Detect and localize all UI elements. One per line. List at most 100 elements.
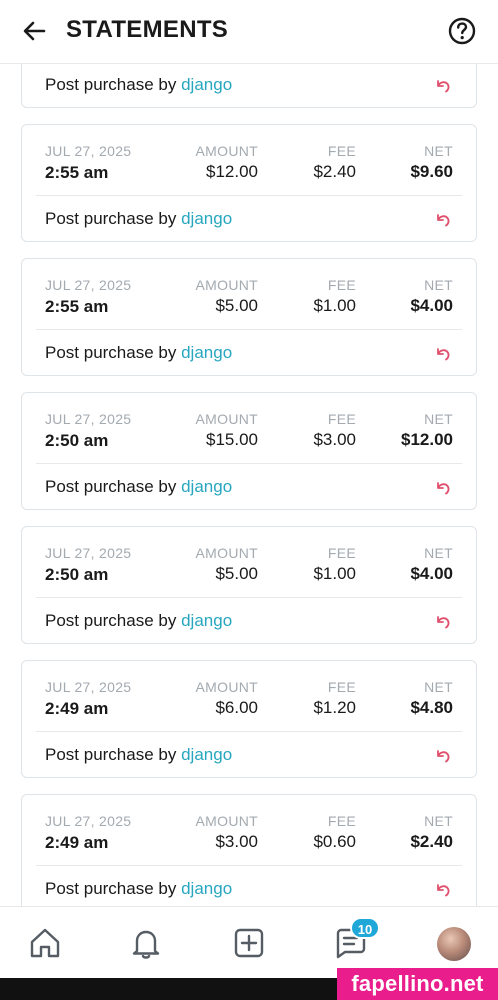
undo-icon[interactable]	[434, 77, 452, 95]
amount-header: AMOUNT	[195, 411, 258, 427]
net-value: $9.60	[410, 162, 453, 181]
description-label: Post purchase by	[45, 343, 177, 362]
messages-badge: 10	[350, 917, 380, 939]
username-link[interactable]: django	[181, 477, 232, 496]
home-icon[interactable]	[27, 925, 63, 961]
bell-icon[interactable]	[128, 925, 164, 961]
fee-header: FEE	[327, 411, 356, 427]
statement-time: 2:49 am	[45, 699, 109, 718]
fee-header: FEE	[327, 277, 356, 293]
description-label: Post purchase by	[45, 75, 177, 94]
statement-date: JUL 27, 2025	[45, 813, 132, 829]
statement-date: JUL 27, 2025	[45, 679, 132, 695]
description-label: Post purchase by	[45, 745, 177, 764]
question-circle-icon[interactable]	[446, 15, 478, 47]
watermark-logo: fapellino.net	[337, 968, 498, 1000]
avatar[interactable]	[437, 927, 471, 961]
fee-value: $3.00	[313, 430, 356, 449]
statement-date: JUL 27, 2025	[45, 411, 132, 427]
arrow-left-icon[interactable]	[20, 16, 50, 46]
fee-header: FEE	[327, 679, 356, 695]
fee-value: $2.40	[313, 162, 356, 181]
undo-icon[interactable]	[434, 881, 452, 899]
statement-card[interactable]: JUL 27, 2025 2:55 am AMOUNT FEE NET $5.0…	[21, 258, 477, 376]
fee-header: FEE	[327, 545, 356, 561]
statement-description: Post purchase by django	[45, 343, 232, 363]
statement-time: 2:55 am	[45, 163, 109, 182]
plus-square-icon[interactable]	[231, 925, 267, 961]
net-header: NET	[424, 813, 453, 829]
username-link[interactable]: django	[181, 343, 232, 362]
amount-header: AMOUNT	[195, 277, 258, 293]
statement-time: 2:55 am	[45, 297, 109, 316]
undo-icon[interactable]	[434, 747, 452, 765]
statement-date: JUL 27, 2025	[45, 545, 132, 561]
undo-icon[interactable]	[434, 613, 452, 631]
net-value: $2.40	[410, 832, 453, 851]
undo-icon[interactable]	[434, 479, 452, 497]
divider	[36, 597, 462, 598]
page-title: STATEMENTS	[66, 16, 229, 43]
statement-card[interactable]: JUL 27, 2025 2:50 am AMOUNT FEE NET $15.…	[21, 392, 477, 510]
username-link[interactable]: django	[181, 745, 232, 764]
fee-value: $1.00	[313, 296, 356, 315]
amount-value: $5.00	[215, 564, 258, 583]
net-header: NET	[424, 277, 453, 293]
fee-header: FEE	[327, 813, 356, 829]
net-value: $4.00	[410, 296, 453, 315]
fee-header: FEE	[327, 143, 356, 159]
statement-description: Post purchase by django	[45, 745, 232, 765]
net-value: $4.00	[410, 564, 453, 583]
amount-header: AMOUNT	[195, 545, 258, 561]
description-label: Post purchase by	[45, 209, 177, 228]
divider	[36, 463, 462, 464]
statement-card[interactable]: JUL 27, 2025 2:49 am AMOUNT FEE NET $3.0…	[21, 794, 477, 906]
amount-header: AMOUNT	[195, 813, 258, 829]
username-link[interactable]: django	[181, 611, 232, 630]
statement-description: Post purchase by django	[45, 477, 232, 497]
statement-date: JUL 27, 2025	[45, 143, 132, 159]
undo-icon[interactable]	[434, 211, 452, 229]
net-header: NET	[424, 679, 453, 695]
username-link[interactable]: django	[181, 75, 232, 94]
amount-value: $3.00	[215, 832, 258, 851]
divider	[36, 329, 462, 330]
net-header: NET	[424, 411, 453, 427]
divider	[36, 865, 462, 866]
net-value: $4.80	[410, 698, 453, 717]
amount-header: AMOUNT	[195, 679, 258, 695]
description-label: Post purchase by	[45, 611, 177, 630]
statement-time: 2:49 am	[45, 833, 109, 852]
description-label: Post purchase by	[45, 477, 177, 496]
description-label: Post purchase by	[45, 879, 177, 898]
amount-header: AMOUNT	[195, 143, 258, 159]
fee-value: $1.00	[313, 564, 356, 583]
statement-date: JUL 27, 2025	[45, 277, 132, 293]
divider	[36, 195, 462, 196]
amount-value: $15.00	[206, 430, 258, 449]
statement-time: 2:50 am	[45, 565, 109, 584]
statement-description: Post purchase by django	[45, 611, 232, 631]
statement-time: 2:50 am	[45, 431, 109, 450]
net-header: NET	[424, 143, 453, 159]
net-value: $12.00	[401, 430, 453, 449]
header-bar: STATEMENTS	[0, 0, 498, 64]
net-header: NET	[424, 545, 453, 561]
statement-description: Post purchase by django	[45, 879, 232, 899]
statement-card[interactable]: JUL 27, 2025 2:56 am AMOUNT FEE NET $9.0…	[21, 64, 477, 108]
statement-description: Post purchase by django	[45, 75, 232, 95]
amount-value: $5.00	[215, 296, 258, 315]
statement-card[interactable]: JUL 27, 2025 2:49 am AMOUNT FEE NET $6.0…	[21, 660, 477, 778]
statements-list[interactable]: JUL 27, 2025 2:56 am AMOUNT FEE NET $9.0…	[0, 64, 498, 906]
username-link[interactable]: django	[181, 209, 232, 228]
statement-description: Post purchase by django	[45, 209, 232, 229]
fee-value: $0.60	[313, 832, 356, 851]
undo-icon[interactable]	[434, 345, 452, 363]
statement-card[interactable]: JUL 27, 2025 2:50 am AMOUNT FEE NET $5.0…	[21, 526, 477, 644]
statement-card[interactable]: JUL 27, 2025 2:55 am AMOUNT FEE NET $12.…	[21, 124, 477, 242]
username-link[interactable]: django	[181, 879, 232, 898]
divider	[36, 731, 462, 732]
amount-value: $12.00	[206, 162, 258, 181]
fee-value: $1.20	[313, 698, 356, 717]
amount-value: $6.00	[215, 698, 258, 717]
